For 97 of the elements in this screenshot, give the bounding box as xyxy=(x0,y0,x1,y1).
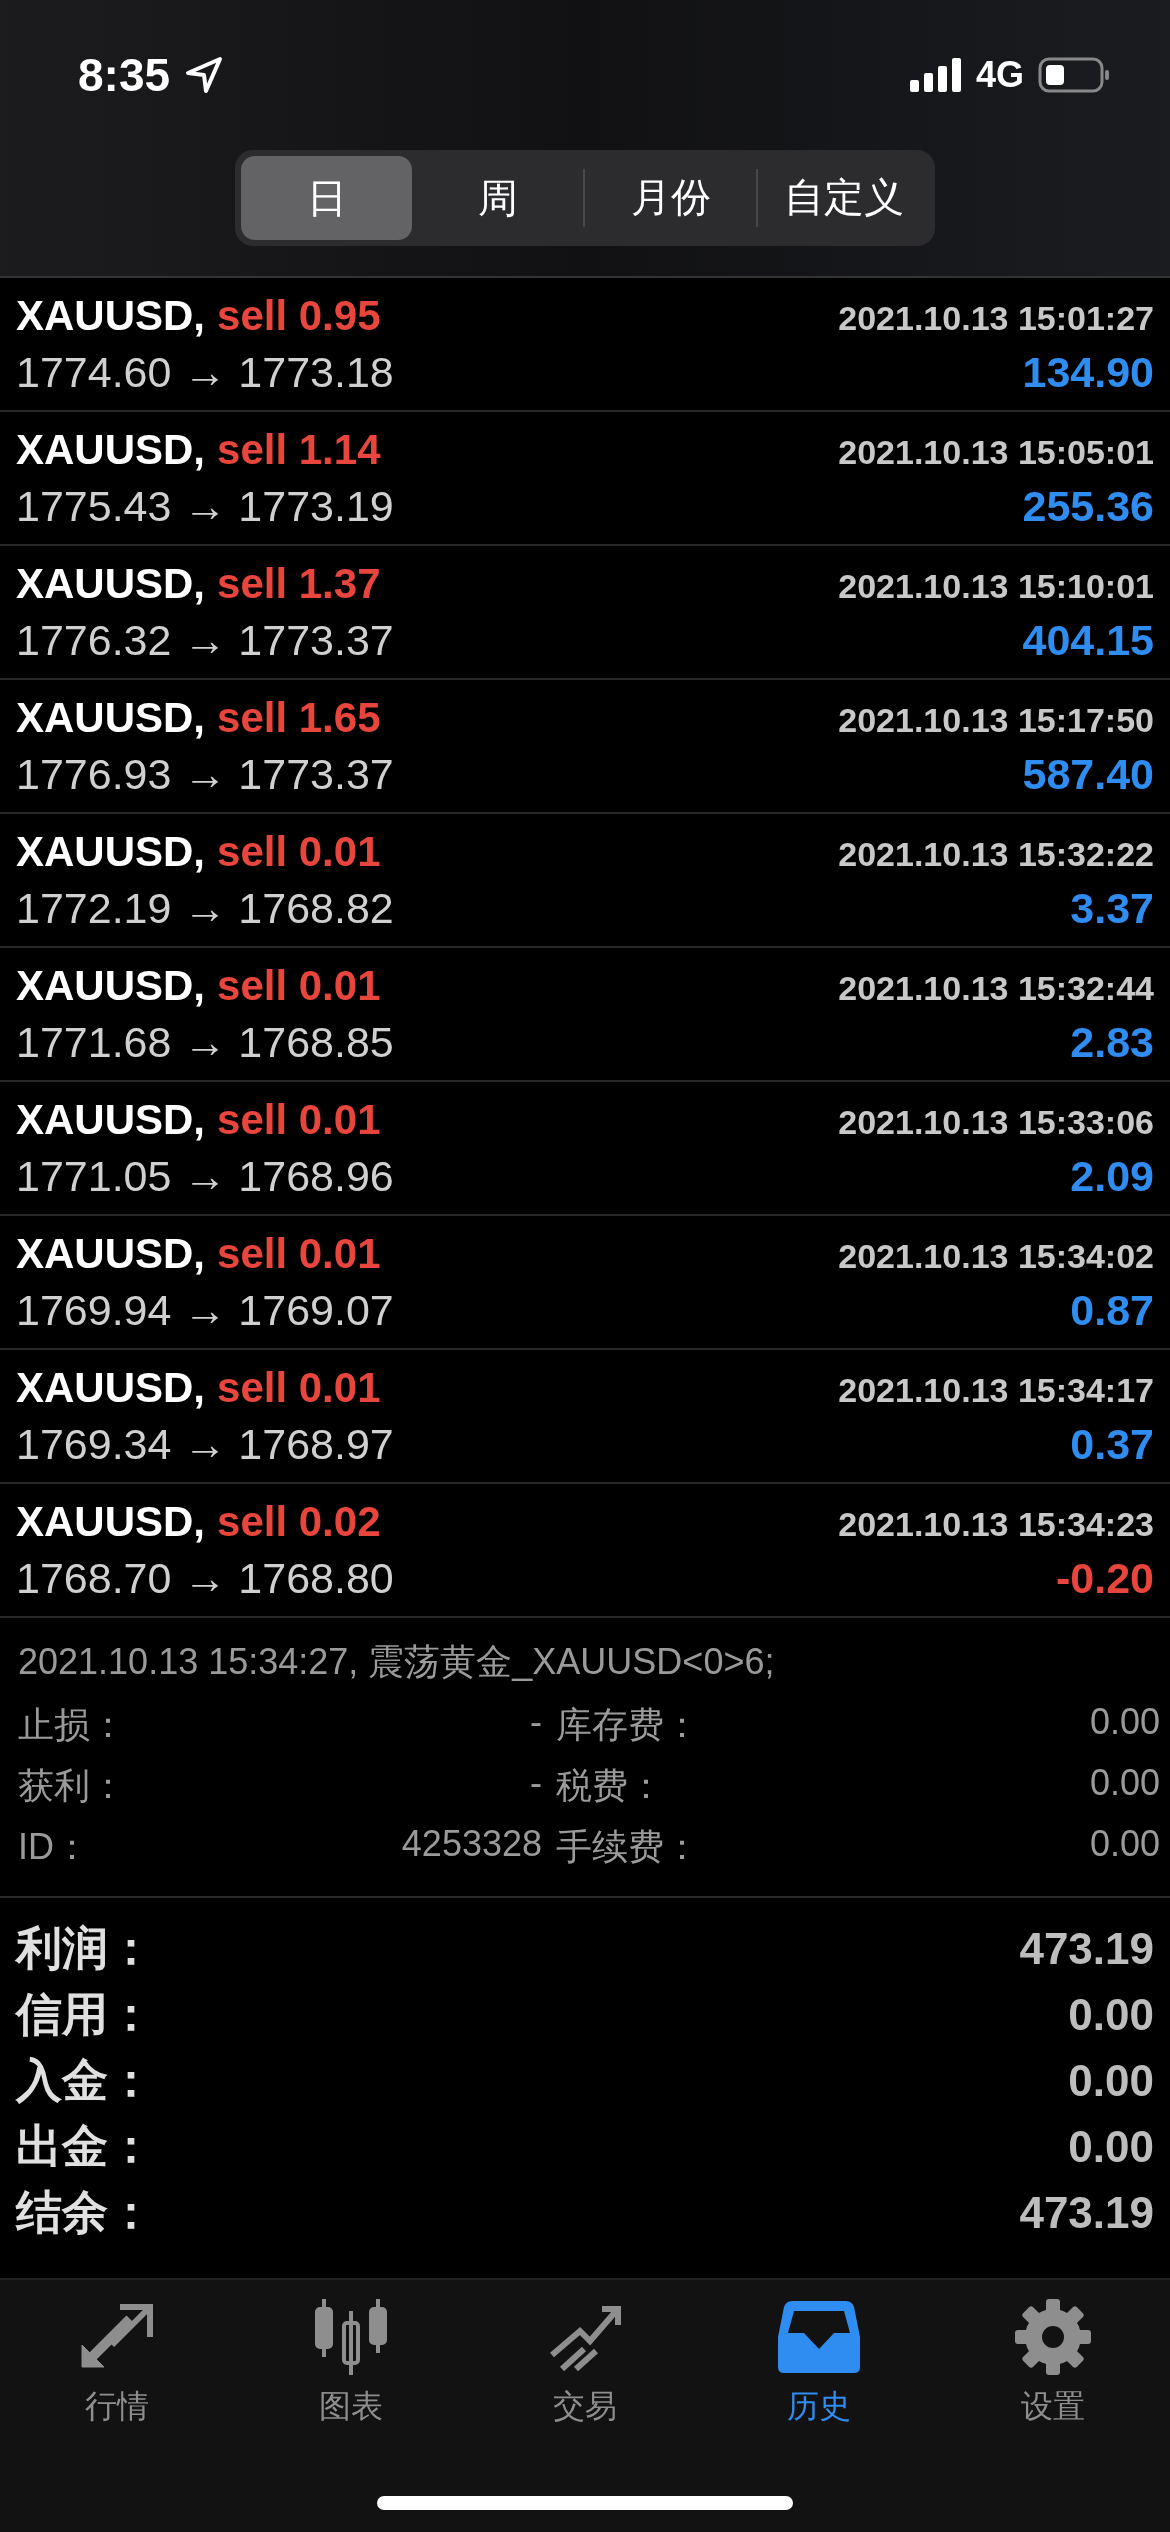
period-tab[interactable]: 自定义 xyxy=(756,168,929,228)
detail-value: 0.00 xyxy=(1088,1762,1160,1805)
trade-symbol: XAUUSD, xyxy=(16,559,206,608)
status-time: 8:35 xyxy=(78,48,171,102)
trade-prices: 1775.43 → 1773.19 xyxy=(16,481,394,531)
trade-side: sell 0.02 xyxy=(217,1497,381,1546)
network-label: 4G xyxy=(975,54,1024,96)
summary-value: 473.19 xyxy=(1019,2188,1154,2238)
trade-time: 2021.10.13 15:05:01 xyxy=(838,432,1154,472)
detail-label: ID： xyxy=(18,1825,91,1869)
trade-prices: 1768.70 → 1768.80 xyxy=(16,1553,394,1603)
detail-value: 0.00 xyxy=(1088,1701,1160,1744)
detail-value: - xyxy=(529,1762,542,1805)
trade-symbol: XAUUSD, xyxy=(16,1363,206,1412)
trade-symbol: XAUUSD, xyxy=(16,425,206,474)
order-comment: 2021.10.13 15:34:27, 震荡黄金_XAUUSD<0>6; xyxy=(18,1640,776,1684)
trade-row[interactable]: XAUUSD, sell 0.01 2021.10.13 15:34:17 1769.34 → 1768.97 0.37 xyxy=(0,1350,1170,1484)
signal-icon xyxy=(909,58,962,92)
detail-label: 止损： xyxy=(18,1703,127,1747)
trade-profit: 0.37 xyxy=(1070,1419,1154,1469)
summary-label: 结余： xyxy=(16,2185,154,2240)
summary-value: 0.00 xyxy=(1068,1990,1154,2040)
trade-profit: 2.09 xyxy=(1070,1151,1154,1201)
trade-profit: 404.15 xyxy=(1022,615,1154,665)
detail-value: 0.00 xyxy=(1088,1823,1160,1866)
trade-time: 2021.10.13 15:32:22 xyxy=(838,834,1154,874)
summary-value: 473.19 xyxy=(1019,1924,1154,1974)
trade-row[interactable]: XAUUSD, sell 0.01 2021.10.13 15:34:02 1769.94 → 1769.07 0.87 xyxy=(0,1216,1170,1350)
summary-label: 入金： xyxy=(16,2053,154,2108)
trade-symbol: XAUUSD, xyxy=(16,827,206,876)
detail-label: 获利： xyxy=(18,1764,127,1808)
tab-bar-item[interactable]: 历史 xyxy=(702,2296,936,2430)
trade-row[interactable]: XAUUSD, sell 0.01 2021.10.13 15:32:44 1771.68 → 1768.85 2.83 xyxy=(0,948,1170,1082)
trade-side: sell 0.01 xyxy=(217,1363,381,1412)
trade-symbol: XAUUSD, xyxy=(16,1095,206,1144)
trade-prices: 1771.05 → 1768.96 xyxy=(16,1151,394,1201)
trade-profit: 255.36 xyxy=(1022,481,1154,531)
trade-time: 2021.10.13 15:34:02 xyxy=(838,1236,1154,1276)
trade-side: sell 1.37 xyxy=(217,559,381,608)
trade-row[interactable]: XAUUSD, sell 0.01 2021.10.13 15:32:22 1772.19 → 1768.82 3.37 xyxy=(0,814,1170,948)
trade-symbol: XAUUSD, xyxy=(16,961,206,1010)
trade-time: 2021.10.13 15:33:06 xyxy=(838,1102,1154,1142)
summary-value: 0.00 xyxy=(1068,2056,1154,2106)
trade-time: 2021.10.13 15:01:27 xyxy=(838,298,1154,338)
trade-symbol: XAUUSD, xyxy=(16,1229,206,1278)
summary-label: 出金： xyxy=(16,2119,154,2174)
tab-bar-item[interactable]: 图表 xyxy=(234,2296,468,2430)
trade-prices: 1769.34 → 1768.97 xyxy=(16,1419,394,1469)
summary-label: 利润： xyxy=(16,1921,154,1976)
period-tab[interactable]: 月份 xyxy=(583,168,756,228)
summary-value: 0.00 xyxy=(1068,2122,1154,2172)
trade-prices: 1774.60 → 1773.18 xyxy=(16,347,394,397)
trade-side: sell 0.01 xyxy=(217,1229,381,1278)
tab-bar-item[interactable]: 设置 xyxy=(936,2296,1170,2430)
trade-prices: 1771.68 → 1768.85 xyxy=(16,1017,394,1067)
detail-label: 库存费： xyxy=(556,1703,701,1747)
detail-label: 税费： xyxy=(556,1764,665,1808)
trade-profit: 0.87 xyxy=(1070,1285,1154,1335)
trade-time: 2021.10.13 15:32:44 xyxy=(838,968,1154,1008)
trade-time: 2021.10.13 15:34:17 xyxy=(838,1370,1154,1410)
trade-row[interactable]: XAUUSD, sell 0.95 2021.10.13 15:01:27 1774.60 → 1773.18 134.90 xyxy=(0,278,1170,412)
trade-row[interactable]: XAUUSD, sell 1.65 2021.10.13 15:17:50 1776.93 → 1773.37 587.40 xyxy=(0,680,1170,814)
trade-side: sell 0.95 xyxy=(217,291,381,340)
trade-row[interactable]: XAUUSD, sell 1.37 2021.10.13 15:10:01 1776.32 → 1773.37 404.15 xyxy=(0,546,1170,680)
trade-side: sell 1.65 xyxy=(217,693,381,742)
period-tab[interactable]: 日 xyxy=(241,156,412,240)
trade-side: sell 0.01 xyxy=(217,1095,381,1144)
trade-profit: 3.37 xyxy=(1070,883,1154,933)
trade-prices: 1772.19 → 1768.82 xyxy=(16,883,394,933)
trade-row[interactable]: XAUUSD, sell 0.02 2021.10.13 15:34:23 1768.70 → 1768.80 -0.20 xyxy=(0,1484,1170,1618)
trade-row[interactable]: XAUUSD, sell 1.14 2021.10.13 15:05:01 1775.43 → 1773.19 255.36 xyxy=(0,412,1170,546)
trade-time: 2021.10.13 15:17:50 xyxy=(838,700,1154,740)
detail-value: 4253328 xyxy=(400,1823,542,1866)
location-arrow-icon xyxy=(184,55,225,95)
tab-bar-item[interactable]: 行情 xyxy=(0,2296,234,2430)
trade-profit: 587.40 xyxy=(1022,749,1154,799)
trade-time: 2021.10.13 15:34:23 xyxy=(838,1504,1154,1544)
detail-value: - xyxy=(529,1701,542,1744)
trade-profit: -0.20 xyxy=(1056,1553,1154,1603)
trade-prices: 1776.93 → 1773.37 xyxy=(16,749,394,799)
detail-label: 手续费： xyxy=(556,1825,701,1869)
trade-symbol: XAUUSD, xyxy=(16,693,206,742)
trade-prices: 1769.94 → 1769.07 xyxy=(16,1285,394,1335)
trade-profit: 2.83 xyxy=(1070,1017,1154,1067)
trade-symbol: XAUUSD, xyxy=(16,291,206,340)
trade-profit: 134.90 xyxy=(1022,347,1154,397)
trade-side: sell 0.01 xyxy=(217,961,381,1010)
trade-side: sell 0.01 xyxy=(217,827,381,876)
trade-side: sell 1.14 xyxy=(217,425,381,474)
trade-row[interactable]: XAUUSD, sell 0.01 2021.10.13 15:33:06 1771.05 → 1768.96 2.09 xyxy=(0,1082,1170,1216)
battery-icon xyxy=(1038,57,1110,93)
tab-bar-item[interactable]: 交易 xyxy=(468,2296,702,2430)
period-tab[interactable]: 周 xyxy=(412,156,583,240)
trade-prices: 1776.32 → 1773.37 xyxy=(16,615,394,665)
trade-time: 2021.10.13 15:10:01 xyxy=(838,566,1154,606)
trade-symbol: XAUUSD, xyxy=(16,1497,206,1546)
summary-label: 信用： xyxy=(16,1987,154,2042)
